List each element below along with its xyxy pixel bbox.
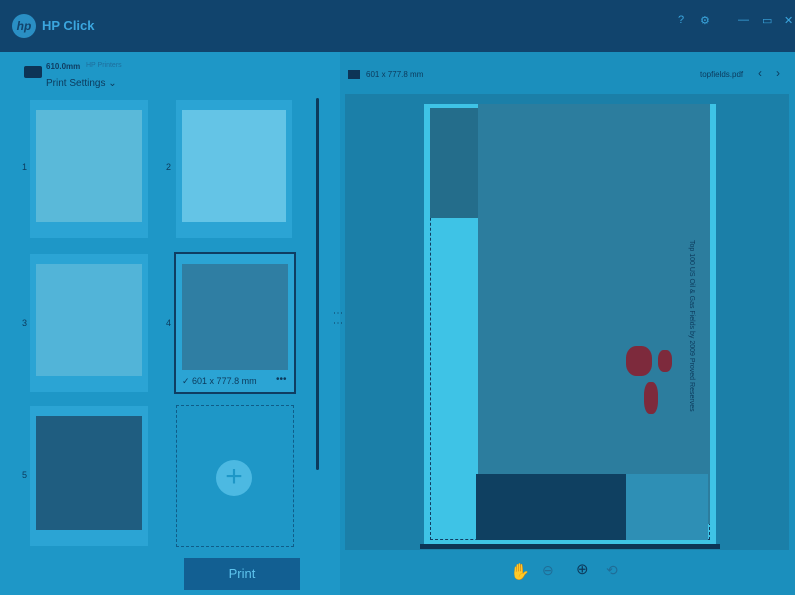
hp-logo-icon: hp (12, 14, 36, 38)
thumbnail-size-caption: ✓ 601 x 777.8 mm (182, 376, 257, 386)
app-title: HP Click (42, 18, 95, 33)
more-options-icon[interactable]: ••• (276, 374, 287, 385)
paper-edge (420, 544, 720, 549)
page-thumbnail-4[interactable] (174, 252, 296, 394)
scrollbar[interactable] (316, 98, 319, 470)
add-icon[interactable]: + (216, 460, 252, 496)
map-region-bottom (626, 474, 708, 540)
printer-icon (24, 66, 42, 78)
page-thumbnail-2[interactable] (176, 100, 292, 238)
map-region (658, 350, 672, 372)
page-number: 3 (22, 318, 28, 328)
map-image (478, 104, 710, 524)
page-number: 1 (22, 162, 28, 172)
printer-subtitle: HP Printers (86, 62, 122, 69)
page-number: 2 (166, 162, 172, 172)
page-thumbnail-3[interactable] (30, 254, 148, 392)
page-number: 5 (22, 470, 28, 480)
page-thumbnail-5[interactable] (30, 406, 148, 546)
page-thumbnail-1[interactable] (30, 100, 148, 238)
file-name: topfields.pdf (700, 70, 744, 79)
map-title: Top 100 US Oil & Gas Fields by 2009 Prov… (688, 240, 695, 412)
print-button[interactable]: Print (184, 558, 300, 590)
zoom-out-icon[interactable]: ⊖ (542, 562, 554, 579)
help-icon[interactable]: ? (678, 14, 684, 26)
title-bar: hp HP Click ? ⚙ — ▭ ✕ (0, 0, 795, 52)
close-button[interactable]: ✕ (784, 14, 793, 27)
preview-size-label: 601 x 777.8 mm (366, 70, 424, 79)
map-region (626, 346, 652, 376)
printer-name: 610.0mm (46, 62, 81, 71)
map-region (644, 382, 658, 414)
rotate-icon[interactable]: ⟲ (606, 562, 618, 579)
maximize-button[interactable]: ▭ (762, 14, 772, 27)
pan-hand-icon[interactable]: ✋ (510, 562, 530, 582)
print-settings-dropdown[interactable]: Print Settings ⌄ (46, 78, 117, 89)
image-icon (348, 70, 360, 79)
map-chart-panel (476, 474, 626, 540)
next-page-icon[interactable]: › (776, 66, 780, 80)
page-number: 4 (166, 318, 172, 328)
minimize-button[interactable]: — (738, 14, 749, 26)
previous-page-icon[interactable]: ‹ (758, 66, 762, 80)
panel-splitter-handle[interactable]: ⋮⋮ (332, 308, 343, 328)
settings-icon[interactable]: ⚙ (700, 14, 710, 27)
zoom-in-icon[interactable]: ⊕ (576, 560, 589, 578)
